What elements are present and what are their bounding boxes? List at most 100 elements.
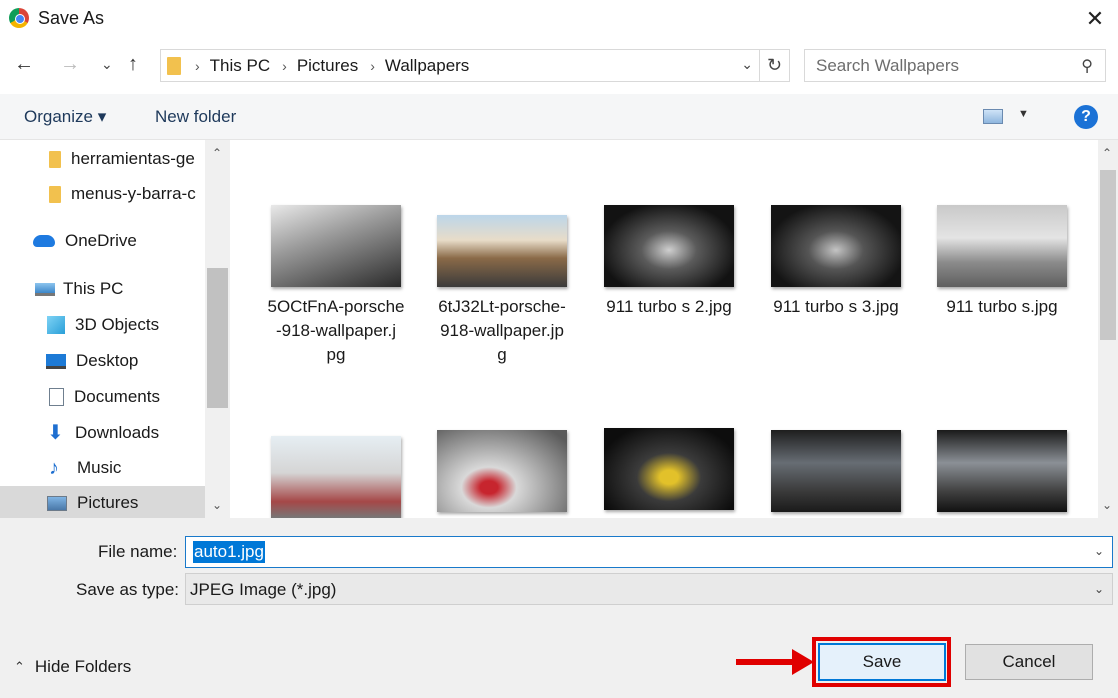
forward-arrow-icon[interactable]: →: [60, 53, 80, 76]
back-arrow-icon[interactable]: ←: [14, 53, 34, 76]
file-name-line: pg: [326, 345, 346, 364]
sidebar-item-menus[interactable]: menus-y-barra-c: [0, 177, 205, 211]
annotation-arrow-shaft: [736, 659, 794, 665]
file-item[interactable]: [761, 430, 911, 518]
breadcrumb-this-pc[interactable]: This PC: [210, 56, 270, 76]
help-icon[interactable]: ?: [1074, 105, 1098, 129]
window-title: Save As: [38, 8, 105, 28]
scroll-up-chevron-icon[interactable]: ⌃: [212, 146, 222, 160]
sidebar-item-music[interactable]: ♪ Music: [0, 451, 205, 485]
chrome-icon: [9, 8, 29, 28]
save-as-type-select[interactable]: JPEG Image (*.jpg) ⌄: [185, 573, 1113, 605]
change-view-icon[interactable]: [983, 109, 1003, 124]
pictures-icon: [47, 495, 67, 511]
folder-icon: [167, 56, 181, 75]
file-item[interactable]: 6tJ32Lt-porsche- 918-wallpaper.jp g: [427, 205, 577, 367]
view-options-chevron-icon[interactable]: ▼: [1018, 108, 1029, 120]
annotation-arrow-icon: [792, 649, 814, 675]
new-folder-button[interactable]: New folder: [155, 107, 236, 127]
scroll-up-chevron-icon[interactable]: ⌃: [1102, 146, 1112, 160]
image-thumbnail: [437, 430, 567, 512]
image-thumbnail: [937, 205, 1067, 287]
file-name-line: 911 turbo s 2.jpg: [606, 297, 732, 316]
desktop-icon: [46, 353, 66, 369]
scrollbar-thumb[interactable]: [1100, 170, 1116, 340]
command-toolbar: Organize ▾ New folder ▼ ?: [0, 94, 1118, 140]
save-type-dropdown-chevron-icon[interactable]: ⌄: [1094, 582, 1104, 596]
image-thumbnail: [271, 436, 401, 518]
image-thumbnail: [604, 205, 734, 287]
documents-icon: [49, 388, 64, 406]
file-name-line: 911 turbo s 3.jpg: [773, 297, 899, 316]
image-thumbnail: [604, 428, 734, 510]
file-name-line: 918-wallpaper.jp: [440, 321, 564, 340]
file-list-pane[interactable]: 5OCtFnA-porsche -918-wallpaper.j pg 6tJ3…: [230, 140, 1118, 518]
sidebar-item-desktop[interactable]: Desktop: [0, 344, 205, 378]
file-item[interactable]: 911 turbo s 3.jpg: [761, 205, 911, 319]
sidebar-item-herramientas[interactable]: herramientas-ge: [0, 142, 205, 176]
search-icon: ⚲: [1081, 58, 1093, 75]
breadcrumb-wallpapers[interactable]: Wallpapers: [385, 56, 469, 76]
navigation-scrollbar[interactable]: ⌃ ⌄: [205, 140, 230, 518]
download-icon: ⬇: [47, 422, 64, 444]
sidebar-item-3d-objects[interactable]: 3D Objects: [0, 308, 205, 342]
image-thumbnail: [271, 205, 401, 287]
refresh-icon[interactable]: ↻: [759, 50, 789, 81]
scroll-down-chevron-icon[interactable]: ⌄: [1102, 498, 1112, 512]
search-placeholder: Search Wallpapers: [816, 55, 959, 75]
scrollbar-thumb[interactable]: [207, 268, 228, 408]
recent-locations-chevron-icon[interactable]: ⌄: [101, 56, 113, 73]
chevron-up-icon: ⌃: [14, 659, 25, 674]
file-name-line: g: [497, 345, 507, 364]
file-name-dropdown-chevron-icon[interactable]: ⌄: [1094, 544, 1104, 558]
file-name-label: File name:: [98, 542, 178, 561]
breadcrumb-separator-icon[interactable]: ›: [282, 58, 287, 74]
breadcrumb-separator-icon[interactable]: ›: [370, 58, 375, 74]
image-thumbnail: [937, 430, 1067, 512]
save-button[interactable]: Save: [818, 643, 946, 681]
file-name-line: -918-wallpaper.j: [275, 321, 396, 340]
sidebar-item-downloads[interactable]: ⬇ Downloads: [0, 416, 205, 450]
search-input[interactable]: Search Wallpapers ⚲: [804, 49, 1106, 82]
file-list-scrollbar[interactable]: ⌃ ⌄: [1098, 140, 1118, 518]
hide-folders-button[interactable]: ⌃ Hide Folders: [14, 657, 131, 677]
sidebar-item-pictures[interactable]: Pictures: [0, 486, 205, 518]
up-arrow-icon[interactable]: ↑: [128, 53, 138, 76]
sidebar-item-this-pc[interactable]: This PC: [0, 272, 205, 306]
navigation-pane[interactable]: herramientas-ge menus-y-barra-c OneDrive…: [0, 140, 230, 518]
breadcrumb-separator-icon[interactable]: ›: [195, 58, 200, 74]
image-thumbnail: [771, 430, 901, 512]
computer-icon: [35, 282, 55, 296]
file-item[interactable]: 5OCtFnA-porsche -918-wallpaper.j pg: [261, 205, 411, 367]
folder-icon: [49, 185, 61, 203]
folder-icon: [49, 150, 61, 168]
cloud-icon: [33, 235, 55, 247]
file-name-line: 5OCtFnA-porsche: [267, 297, 405, 316]
image-thumbnail: [771, 205, 901, 287]
navigation-bar: ← → ⌄ ↑ › This PC › Pictures › Wallpaper…: [0, 38, 1118, 94]
sidebar-item-documents[interactable]: Documents: [0, 380, 205, 414]
file-name-line: 6tJ32Lt-porsche-: [438, 297, 566, 316]
file-item[interactable]: [594, 428, 744, 518]
file-item[interactable]: [427, 430, 577, 518]
file-item[interactable]: 911 turbo s 2.jpg: [594, 205, 744, 319]
address-dropdown-chevron-icon[interactable]: ⌄: [741, 56, 753, 73]
save-form: File name: auto1.jpg ⌄ Save as type: JPE…: [0, 518, 1118, 698]
cancel-button[interactable]: Cancel: [965, 644, 1093, 680]
save-as-type-label: Save as type:: [76, 580, 180, 599]
breadcrumb-pictures[interactable]: Pictures: [297, 56, 358, 76]
organize-menu[interactable]: Organize ▾: [24, 107, 106, 127]
file-item[interactable]: [927, 430, 1077, 518]
file-item[interactable]: 911 turbo s.jpg: [927, 205, 1077, 319]
music-icon: ♪: [49, 457, 59, 479]
file-name-value[interactable]: auto1.jpg: [193, 541, 265, 563]
sidebar-item-onedrive[interactable]: OneDrive: [0, 224, 205, 258]
close-button[interactable]: ✕: [1072, 0, 1118, 38]
scroll-down-chevron-icon[interactable]: ⌄: [212, 498, 222, 512]
file-name-line: 911 turbo s.jpg: [946, 297, 1058, 316]
address-bar[interactable]: › This PC › Pictures › Wallpapers ⌄ ↻: [160, 49, 790, 82]
file-item[interactable]: [261, 436, 411, 518]
file-name-input[interactable]: auto1.jpg ⌄: [185, 536, 1113, 568]
3d-objects-icon: [47, 316, 65, 334]
save-as-type-value: JPEG Image (*.jpg): [190, 580, 337, 599]
